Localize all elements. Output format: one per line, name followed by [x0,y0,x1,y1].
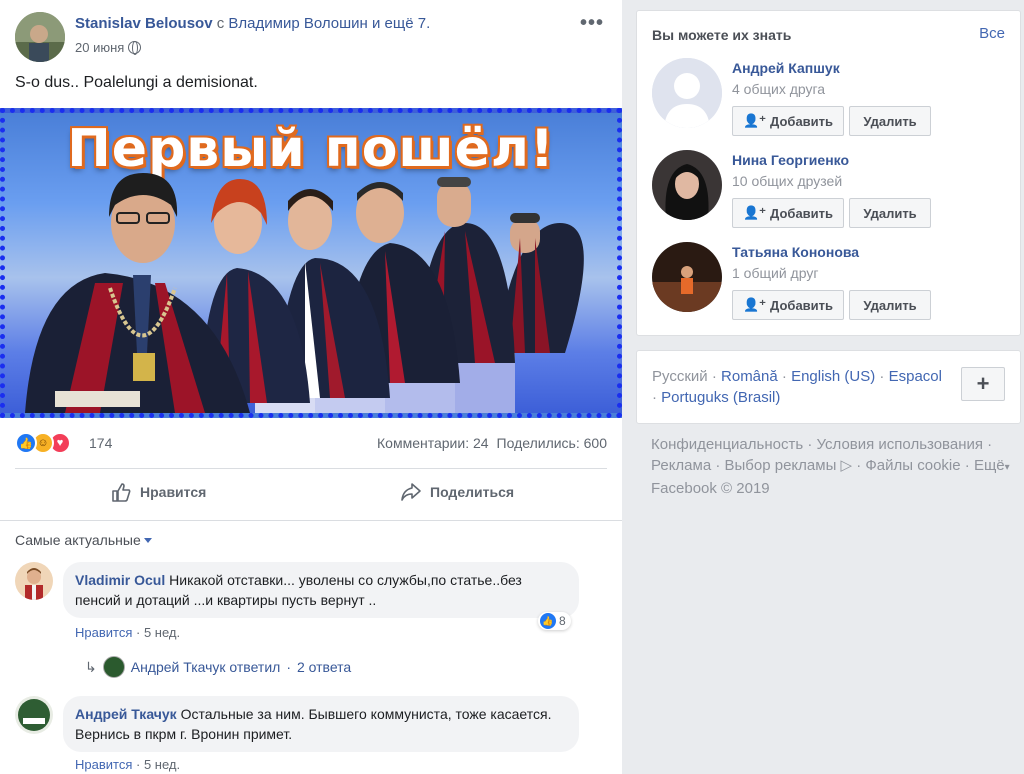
person-avatar[interactable] [652,150,722,220]
footer-links: Конфиденциальность · Условия использован… [651,436,1010,497]
share-button-label: Поделиться [430,484,515,500]
comment-like-count: 8 [559,614,566,628]
remove-label: Удалить [863,205,917,221]
comment-age[interactable]: 5 нед. [144,625,180,640]
suggested-person: Татьяна Кононова 1 общий друг 👤⁺ Добавить… [652,242,1007,322]
reply-count: 2 ответа [296,659,352,675]
like-button-label: Нравится [140,484,207,500]
commenter-name-link[interactable]: Андрей Ткачук [75,706,177,722]
language-list: Русский · Română · English (US) · Espaco… [652,368,942,406]
language-link[interactable]: Română [721,368,778,385]
caret-down-icon: ▾ [1004,462,1010,473]
mutual-friends[interactable]: 1 общий друг [732,265,818,281]
more-link[interactable]: Ещё [974,457,1005,474]
comments-count-link[interactable]: Комментарии: 24 [377,435,489,451]
shares-count-link[interactable]: Поделились: 600 [497,435,607,451]
suggested-person: Андрей Капшук 4 общих друга 👤⁺ Добавить У… [652,58,1007,138]
cookies-link[interactable]: Файлы cookie [865,457,960,474]
pymk-title: Вы можете их знать [652,27,792,43]
remove-suggestion-button[interactable]: Удалить [849,198,931,228]
person-avatar[interactable] [652,242,722,312]
comment-meta: Нравится · 5 нед. [75,625,181,640]
language-link[interactable]: Portuguks (Brasil) [661,389,780,406]
language-selector: Русский · Română · English (US) · Espaco… [636,350,1021,424]
like-reaction-icon: 👍 [15,432,37,454]
commenter-avatar[interactable] [15,696,53,734]
reply-author-avatar [102,656,125,678]
thumbs-up-icon [112,483,131,502]
comment-bubble: Vladimir Ocul Никакой отставки... уволен… [63,562,579,618]
like-button[interactable]: Нравится [110,481,206,503]
add-friend-button[interactable]: 👤⁺ Добавить [732,198,844,228]
view-replies-link[interactable]: ↳ Андрей Ткачук ответил · 2 ответа [85,656,351,678]
privacy-link[interactable]: Конфиденциальность [651,436,803,453]
add-friend-label: Добавить [770,205,834,221]
tagged-others-link[interactable]: и ещё 7. [372,15,430,32]
commenter-avatar[interactable] [15,562,53,600]
action-bar: Нравится Поделиться [15,468,607,520]
post-text: S-o dus.. Poalelungi a demisionat. [15,74,258,91]
add-friend-label: Добавить [770,113,834,129]
ad-choices-icon: ▷ [836,457,853,474]
add-friend-label: Добавить [770,297,834,313]
suggested-person: Нина Георгиенко 10 общих друзей 👤⁺ Добави… [652,150,1007,230]
current-language: Русский [652,368,708,385]
remove-label: Удалить [863,297,917,313]
share-arrow-icon [401,483,421,501]
reply-arrow-icon: ↳ [85,658,97,675]
remove-suggestion-button[interactable]: Удалить [849,106,931,136]
add-friend-icon: 👤⁺ [742,297,767,312]
comment-like-badge[interactable]: 👍 8 [538,612,571,630]
sort-label: Самые актуальные [15,532,141,548]
person-name-link[interactable]: Татьяна Кононова [732,244,859,260]
caret-down-icon [143,538,152,543]
commenter-name-link[interactable]: Vladimir Ocul [75,572,165,588]
add-friend-icon: 👤⁺ [742,205,767,220]
post-date: 20 июня [75,40,142,55]
tagged-person-link[interactable]: Владимир Волошин [228,15,367,32]
post-stats: Комментарии: 24 Поделились: 600 [377,435,607,451]
add-friend-button[interactable]: 👤⁺ Добавить [732,290,844,320]
more-languages-button[interactable]: + [961,367,1005,401]
language-link[interactable]: Espacol [889,368,942,385]
ad-choices-link[interactable]: Выбор рекламы [725,457,837,474]
post-image[interactable]: Первый пошёл! [0,108,622,418]
terms-link[interactable]: Условия использования [817,436,984,453]
see-all-link[interactable]: Все [979,25,1005,42]
judges-illustration [25,173,584,413]
person-avatar[interactable] [652,58,722,128]
person-name-link[interactable]: Андрей Капшук [732,60,840,76]
add-friend-button[interactable]: 👤⁺ Добавить [732,106,844,136]
post-card: Stanislav Belousov с Владимир Волошин и … [0,0,622,774]
comment-bubble: Андрей Ткачук Остальные за ним. Бывшего … [63,696,579,752]
copyright: Facebook © 2019 [651,480,770,497]
reaction-count[interactable]: 174 [89,435,112,451]
author-line: Stanislav Belousov с Владимир Волошин и … [75,15,430,32]
people-you-may-know: Вы можете их знать Все Андрей Капшук 4 о… [636,10,1021,336]
reply-author-summary: Андрей Ткачук ответил [130,659,281,675]
globe-icon [128,41,142,55]
add-friend-icon: 👤⁺ [742,113,767,128]
share-button[interactable]: Поделиться [400,481,514,503]
mutual-friends[interactable]: 10 общих друзей [732,173,842,189]
comment-like-link[interactable]: Нравится [75,757,132,772]
comment-like-link[interactable]: Нравится [75,625,132,640]
comment-age[interactable]: 5 нед. [144,757,180,772]
post-date-link[interactable]: 20 июня [75,40,124,55]
divider [0,520,622,521]
ads-link[interactable]: Реклама [651,457,711,474]
person-name-link[interactable]: Нина Георгиенко [732,152,849,168]
post-header: Stanislav Belousov с Владимир Волошин и … [15,12,612,64]
like-badge-icon: 👍 [540,613,556,629]
author-name-link[interactable]: Stanislav Belousov [75,15,213,32]
author-avatar[interactable] [15,12,65,62]
remove-suggestion-button[interactable]: Удалить [849,290,931,320]
language-link[interactable]: English (US) [791,368,875,385]
mutual-friends[interactable]: 4 общих друга [732,81,825,97]
remove-label: Удалить [863,113,917,129]
with-word: с [216,15,225,32]
comment-sort-dropdown[interactable]: Самые актуальные [15,532,152,548]
more-options-icon[interactable]: ••• [580,12,604,35]
comment-meta: Нравится · 5 нед. [75,757,181,772]
